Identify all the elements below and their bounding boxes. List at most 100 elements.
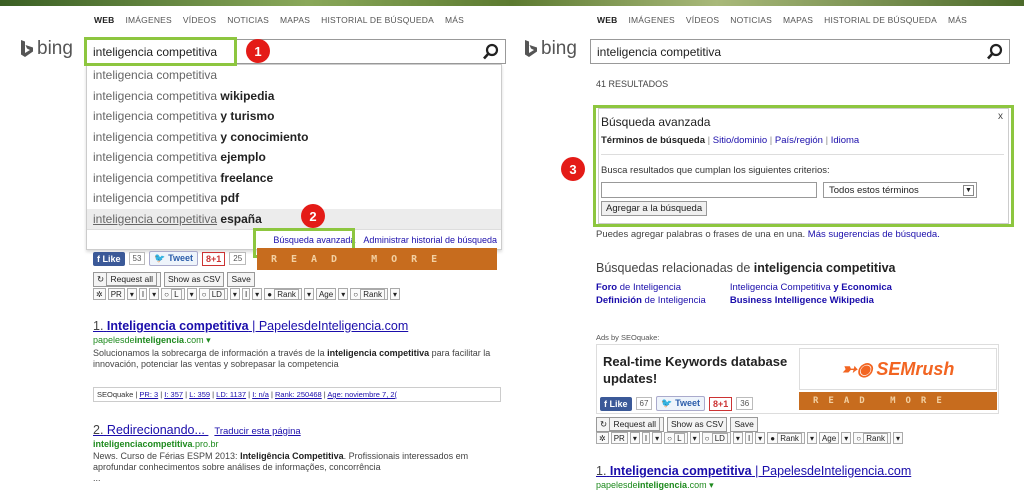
suggestion-item[interactable]: inteligencia competitiva y conocimiento — [87, 127, 501, 148]
result-title-link[interactable]: Redirecionando... — [107, 423, 205, 437]
search-icon[interactable] — [986, 43, 1004, 61]
semrush-logo[interactable]: ➳◉ SEMrush — [799, 348, 997, 390]
save-button[interactable]: Save — [227, 272, 255, 287]
sq-pr[interactable]: PR — [107, 288, 125, 300]
tweet-button[interactable]: 🐦 Tweet — [656, 396, 705, 411]
nav-history[interactable]: HISTORIAL DE BÚSQUEDA — [321, 15, 434, 25]
nav-news[interactable]: NOTICIAS — [730, 15, 772, 25]
ad-text[interactable]: Real-time Keywords database updates! — [603, 353, 799, 387]
dropdown-icon[interactable]: ▾ — [806, 432, 817, 444]
nav-more[interactable]: MÁS — [445, 15, 464, 25]
results-count: 41 RESULTADOS — [596, 79, 669, 89]
dropdown-icon[interactable]: ▾ — [841, 432, 852, 444]
nav-maps[interactable]: MAPAS — [280, 15, 310, 25]
gear-icon[interactable]: ✲ — [93, 288, 106, 300]
dropdown-icon[interactable]: ▾ — [732, 432, 743, 444]
suggestion-item[interactable]: inteligencia competitiva ejemplo — [87, 147, 501, 168]
related-link[interactable]: Definición de Inteligencia — [596, 295, 706, 306]
tweet-button[interactable]: 🐦 Tweet — [149, 251, 198, 266]
show-csv-button[interactable]: Show as CSV — [667, 417, 728, 432]
dropdown-icon[interactable]: ▾ — [126, 288, 137, 300]
chevron-down-icon: ▼ — [963, 184, 974, 196]
dropdown-icon[interactable]: ▾ — [629, 432, 640, 444]
sq-rank2[interactable]: ○ Rank — [350, 288, 388, 300]
facebook-like-button[interactable]: f Like — [93, 251, 125, 266]
sq-linkdomain[interactable]: ○ LD — [198, 288, 228, 300]
translate-link[interactable]: Traducir esta página — [214, 426, 300, 437]
close-icon[interactable]: x — [998, 111, 1003, 122]
sq-age[interactable]: Age — [315, 288, 337, 300]
criteria-label: Busca resultados que cumplan los siguien… — [601, 165, 830, 176]
nav-maps[interactable]: MAPAS — [783, 15, 813, 25]
nav-news[interactable]: NOTICIAS — [227, 15, 269, 25]
sq-bing-index[interactable]: I — [744, 432, 754, 444]
sq-rank[interactable]: ● Rank — [264, 288, 302, 300]
suggestion-item-selected[interactable]: inteligencia competitiva españa — [87, 208, 501, 229]
related-link[interactable]: Business Intelligence Wikipedia — [730, 295, 874, 306]
advanced-search-link[interactable]: Búsqueda avanzada — [273, 235, 355, 245]
suggestion-item[interactable]: inteligencia competitiva pdf — [87, 188, 501, 209]
sq-index[interactable]: I — [138, 288, 148, 300]
dropdown-icon[interactable]: ▾ — [229, 288, 240, 300]
sq-rank2[interactable]: ○ Rank — [853, 432, 891, 444]
bing-logo[interactable]: bing — [524, 38, 577, 60]
facebook-like-button[interactable]: f Like — [600, 396, 632, 411]
request-all-button[interactable]: ↻ Request all — [93, 272, 162, 287]
related-link[interactable]: Inteligencia Competitiva y Economica — [730, 282, 892, 293]
suggestion-item[interactable]: inteligencia competitiva wikipedia — [87, 86, 501, 107]
suggestion-item[interactable]: inteligencia competitiva y turismo — [87, 106, 501, 127]
dropdown-icon[interactable]: ▾ — [252, 288, 263, 300]
gplus-button[interactable]: 8+1 — [708, 396, 733, 411]
suggestion-item[interactable]: inteligencia competitiva freelance — [87, 168, 501, 189]
related-link[interactable]: Foro de Inteligencia — [596, 282, 681, 293]
add-to-search-button[interactable]: Agregar a la búsqueda — [601, 201, 708, 216]
nav-images[interactable]: IMÁGENES — [125, 15, 171, 25]
dropdown-icon[interactable]: ▾ — [338, 288, 349, 300]
sq-links[interactable]: ○ L — [161, 288, 185, 300]
tab-country[interactable]: País/región — [775, 135, 823, 146]
nav-web[interactable]: WEB — [94, 15, 114, 25]
dropdown-icon[interactable]: ▾ — [652, 432, 663, 444]
dropdown-icon[interactable]: ▾ — [186, 288, 197, 300]
term-type-select[interactable]: Todos estos términos ▼ — [823, 182, 977, 198]
sq-age[interactable]: Age — [818, 432, 840, 444]
result-title-link[interactable]: 1. Inteligencia competitiva | PapelesdeI… — [93, 319, 501, 333]
tab-language[interactable]: Idioma — [831, 135, 860, 146]
gear-icon[interactable]: ✲ — [596, 432, 609, 444]
suggestion-item[interactable]: inteligencia competitiva — [87, 65, 501, 86]
tab-site[interactable]: Sitio/dominio — [713, 135, 767, 146]
tab-terms[interactable]: Términos de búsqueda — [601, 135, 705, 146]
dropdown-icon[interactable]: ▾ — [149, 288, 160, 300]
dropdown-icon[interactable]: ▾ — [303, 288, 314, 300]
more-suggestions-link[interactable]: Más sugerencias de búsqueda. — [808, 229, 940, 240]
manage-history-link[interactable]: Administrar historial de búsqueda — [363, 235, 497, 245]
search-input[interactable]: inteligencia competitiva — [86, 39, 506, 64]
result-title-link[interactable]: 1. Inteligencia competitiva | PapelesdeI… — [596, 464, 1016, 478]
bing-logo[interactable]: bing — [20, 38, 73, 60]
nav-videos[interactable]: VÍDEOS — [183, 15, 216, 25]
nav-images[interactable]: IMÁGENES — [628, 15, 674, 25]
term-input[interactable] — [601, 182, 817, 198]
sq-linkdomain[interactable]: ○ LD — [701, 432, 731, 444]
dropdown-icon[interactable]: ▾ — [689, 432, 700, 444]
search-input[interactable]: inteligencia competitiva — [590, 39, 1010, 64]
sq-pr[interactable]: PR — [610, 432, 628, 444]
dropdown-icon[interactable]: ▾ — [892, 432, 903, 444]
sq-rank[interactable]: ● Rank — [767, 432, 805, 444]
nav-more[interactable]: MÁS — [948, 15, 967, 25]
dropdown-icon[interactable]: ▾ — [755, 432, 766, 444]
search-icon[interactable] — [482, 43, 500, 61]
sq-bing-index[interactable]: I — [241, 288, 251, 300]
nav-history[interactable]: HISTORIAL DE BÚSQUEDA — [824, 15, 937, 25]
request-all-button[interactable]: ↻ Request all — [596, 417, 665, 432]
sq-links[interactable]: ○ L — [664, 432, 688, 444]
read-more-banner[interactable]: READ MORE — [257, 248, 497, 270]
nav-videos[interactable]: VÍDEOS — [686, 15, 719, 25]
dropdown-icon[interactable]: ▾ — [389, 288, 400, 300]
read-more-banner[interactable]: READ MORE — [799, 392, 997, 410]
save-button[interactable]: Save — [730, 417, 758, 432]
gplus-button[interactable]: 8+1 — [201, 251, 226, 266]
nav-web[interactable]: WEB — [597, 15, 617, 25]
show-csv-button[interactable]: Show as CSV — [164, 272, 225, 287]
sq-index[interactable]: I — [641, 432, 651, 444]
